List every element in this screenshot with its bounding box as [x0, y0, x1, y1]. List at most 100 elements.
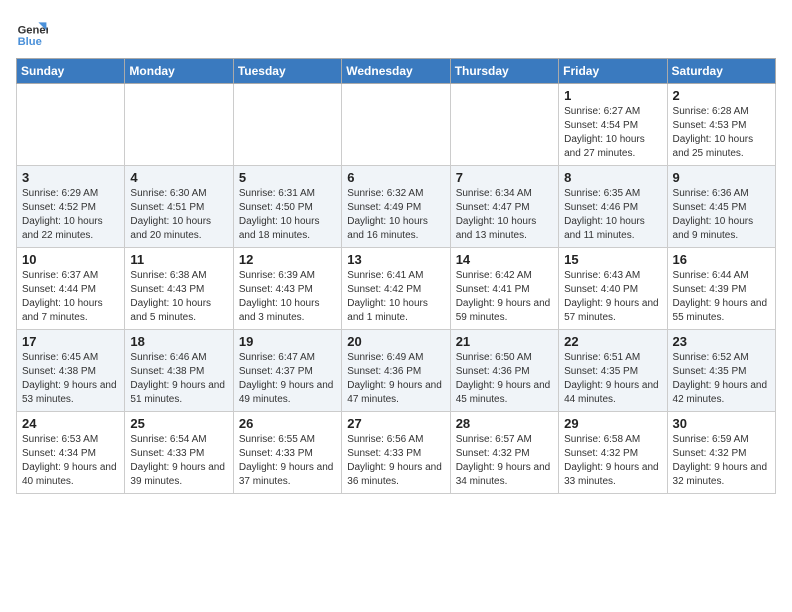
- day-info: Sunrise: 6:59 AM Sunset: 4:32 PM Dayligh…: [673, 433, 770, 489]
- calendar-cell: 22 Sunrise: 6:51 AM Sunset: 4:35 PM Dayli…: [559, 330, 667, 412]
- day-info: Sunrise: 6:46 AM Sunset: 4:38 PM Dayligh…: [130, 351, 227, 407]
- day-number: 30: [673, 416, 770, 431]
- day-number: 13: [347, 252, 444, 267]
- day-info: Sunrise: 6:47 AM Sunset: 4:37 PM Dayligh…: [239, 351, 336, 407]
- day-number: 4: [130, 170, 227, 185]
- calendar-week-1: 1 Sunrise: 6:27 AM Sunset: 4:54 PM Daylig…: [17, 84, 776, 166]
- calendar-week-2: 3 Sunrise: 6:29 AM Sunset: 4:52 PM Daylig…: [17, 166, 776, 248]
- day-header-friday: Friday: [559, 59, 667, 84]
- day-info: Sunrise: 6:38 AM Sunset: 4:43 PM Dayligh…: [130, 269, 227, 325]
- calendar-cell: 28 Sunrise: 6:57 AM Sunset: 4:32 PM Dayli…: [450, 412, 558, 494]
- calendar-cell: 12 Sunrise: 6:39 AM Sunset: 4:43 PM Dayli…: [233, 248, 341, 330]
- day-info: Sunrise: 6:31 AM Sunset: 4:50 PM Dayligh…: [239, 187, 336, 243]
- day-header-monday: Monday: [125, 59, 233, 84]
- day-number: 12: [239, 252, 336, 267]
- day-number: 21: [456, 334, 553, 349]
- calendar-cell: [125, 84, 233, 166]
- calendar-cell: 5 Sunrise: 6:31 AM Sunset: 4:50 PM Daylig…: [233, 166, 341, 248]
- day-number: 8: [564, 170, 661, 185]
- day-number: 2: [673, 88, 770, 103]
- day-number: 11: [130, 252, 227, 267]
- calendar-cell: 24 Sunrise: 6:53 AM Sunset: 4:34 PM Dayli…: [17, 412, 125, 494]
- calendar-week-4: 17 Sunrise: 6:45 AM Sunset: 4:38 PM Dayli…: [17, 330, 776, 412]
- calendar-week-5: 24 Sunrise: 6:53 AM Sunset: 4:34 PM Dayli…: [17, 412, 776, 494]
- calendar-cell: 9 Sunrise: 6:36 AM Sunset: 4:45 PM Daylig…: [667, 166, 775, 248]
- day-info: Sunrise: 6:56 AM Sunset: 4:33 PM Dayligh…: [347, 433, 444, 489]
- day-number: 19: [239, 334, 336, 349]
- calendar-cell: 10Sunrise: 6:37 AM Sunset: 4:44 PM Dayli…: [17, 248, 125, 330]
- day-number: 29: [564, 416, 661, 431]
- day-info: Sunrise: 6:41 AM Sunset: 4:42 PM Dayligh…: [347, 269, 444, 325]
- day-number: 6: [347, 170, 444, 185]
- day-number: 28: [456, 416, 553, 431]
- day-info: Sunrise: 6:28 AM Sunset: 4:53 PM Dayligh…: [673, 105, 770, 161]
- calendar-cell: 30 Sunrise: 6:59 AM Sunset: 4:32 PM Dayli…: [667, 412, 775, 494]
- day-header-sunday: Sunday: [17, 59, 125, 84]
- day-info: Sunrise: 6:50 AM Sunset: 4:36 PM Dayligh…: [456, 351, 553, 407]
- calendar-cell: 16 Sunrise: 6:44 AM Sunset: 4:39 PM Dayli…: [667, 248, 775, 330]
- calendar-cell: 11 Sunrise: 6:38 AM Sunset: 4:43 PM Dayli…: [125, 248, 233, 330]
- day-info: Sunrise: 6:57 AM Sunset: 4:32 PM Dayligh…: [456, 433, 553, 489]
- day-number: 20: [347, 334, 444, 349]
- calendar-cell: 14Sunrise: 6:42 AM Sunset: 4:41 PM Dayli…: [450, 248, 558, 330]
- svg-text:Blue: Blue: [18, 36, 42, 48]
- day-header-wednesday: Wednesday: [342, 59, 450, 84]
- calendar-cell: 1 Sunrise: 6:27 AM Sunset: 4:54 PM Daylig…: [559, 84, 667, 166]
- day-number: 26: [239, 416, 336, 431]
- calendar-cell: 20Sunrise: 6:49 AM Sunset: 4:36 PM Dayli…: [342, 330, 450, 412]
- day-info: Sunrise: 6:45 AM Sunset: 4:38 PM Dayligh…: [22, 351, 119, 407]
- day-number: 9: [673, 170, 770, 185]
- logo-icon: General Blue: [16, 16, 48, 48]
- day-number: 1: [564, 88, 661, 103]
- day-number: 17: [22, 334, 119, 349]
- calendar-cell: 8 Sunrise: 6:35 AM Sunset: 4:46 PM Daylig…: [559, 166, 667, 248]
- day-number: 16: [673, 252, 770, 267]
- calendar-cell: 17 Sunrise: 6:45 AM Sunset: 4:38 PM Dayli…: [17, 330, 125, 412]
- calendar-cell: 21 Sunrise: 6:50 AM Sunset: 4:36 PM Dayli…: [450, 330, 558, 412]
- day-info: Sunrise: 6:58 AM Sunset: 4:32 PM Dayligh…: [564, 433, 661, 489]
- calendar-cell: 19 Sunrise: 6:47 AM Sunset: 4:37 PM Dayli…: [233, 330, 341, 412]
- day-number: 18: [130, 334, 227, 349]
- calendar-cell: [450, 84, 558, 166]
- calendar-cell: 25 Sunrise: 6:54 AM Sunset: 4:33 PM Dayli…: [125, 412, 233, 494]
- calendar-cell: 4 Sunrise: 6:30 AM Sunset: 4:51 PM Daylig…: [125, 166, 233, 248]
- calendar-cell: 6 Sunrise: 6:32 AM Sunset: 4:49 PM Daylig…: [342, 166, 450, 248]
- day-info: Sunrise: 6:53 AM Sunset: 4:34 PM Dayligh…: [22, 433, 119, 489]
- day-info: Sunrise: 6:43 AM Sunset: 4:40 PM Dayligh…: [564, 269, 661, 325]
- calendar-cell: 29 Sunrise: 6:58 AM Sunset: 4:32 PM Dayli…: [559, 412, 667, 494]
- day-header-tuesday: Tuesday: [233, 59, 341, 84]
- day-header-saturday: Saturday: [667, 59, 775, 84]
- day-number: 5: [239, 170, 336, 185]
- page-header: General Blue: [16, 16, 776, 48]
- calendar-cell: 23Sunrise: 6:52 AM Sunset: 4:35 PM Dayli…: [667, 330, 775, 412]
- day-number: 10: [22, 252, 119, 267]
- day-info: Sunrise: 6:36 AM Sunset: 4:45 PM Dayligh…: [673, 187, 770, 243]
- day-info: Sunrise: 6:27 AM Sunset: 4:54 PM Dayligh…: [564, 105, 661, 161]
- day-info: Sunrise: 6:32 AM Sunset: 4:49 PM Dayligh…: [347, 187, 444, 243]
- day-number: 7: [456, 170, 553, 185]
- calendar-cell: [17, 84, 125, 166]
- calendar-cell: 26 Sunrise: 6:55 AM Sunset: 4:33 PM Dayli…: [233, 412, 341, 494]
- day-info: Sunrise: 6:51 AM Sunset: 4:35 PM Dayligh…: [564, 351, 661, 407]
- day-info: Sunrise: 6:39 AM Sunset: 4:43 PM Dayligh…: [239, 269, 336, 325]
- day-header-thursday: Thursday: [450, 59, 558, 84]
- day-info: Sunrise: 6:30 AM Sunset: 4:51 PM Dayligh…: [130, 187, 227, 243]
- day-number: 23: [673, 334, 770, 349]
- day-number: 22: [564, 334, 661, 349]
- calendar-header-row: SundayMondayTuesdayWednesdayThursdayFrid…: [17, 59, 776, 84]
- calendar-week-3: 10Sunrise: 6:37 AM Sunset: 4:44 PM Dayli…: [17, 248, 776, 330]
- day-number: 25: [130, 416, 227, 431]
- day-number: 24: [22, 416, 119, 431]
- day-info: Sunrise: 6:29 AM Sunset: 4:52 PM Dayligh…: [22, 187, 119, 243]
- day-number: 3: [22, 170, 119, 185]
- day-info: Sunrise: 6:44 AM Sunset: 4:39 PM Dayligh…: [673, 269, 770, 325]
- day-number: 15: [564, 252, 661, 267]
- calendar-cell: [233, 84, 341, 166]
- calendar-cell: 27Sunrise: 6:56 AM Sunset: 4:33 PM Dayli…: [342, 412, 450, 494]
- day-info: Sunrise: 6:34 AM Sunset: 4:47 PM Dayligh…: [456, 187, 553, 243]
- day-info: Sunrise: 6:42 AM Sunset: 4:41 PM Dayligh…: [456, 269, 553, 325]
- calendar-table: SundayMondayTuesdayWednesdayThursdayFrid…: [16, 58, 776, 494]
- day-info: Sunrise: 6:35 AM Sunset: 4:46 PM Dayligh…: [564, 187, 661, 243]
- day-info: Sunrise: 6:54 AM Sunset: 4:33 PM Dayligh…: [130, 433, 227, 489]
- day-info: Sunrise: 6:55 AM Sunset: 4:33 PM Dayligh…: [239, 433, 336, 489]
